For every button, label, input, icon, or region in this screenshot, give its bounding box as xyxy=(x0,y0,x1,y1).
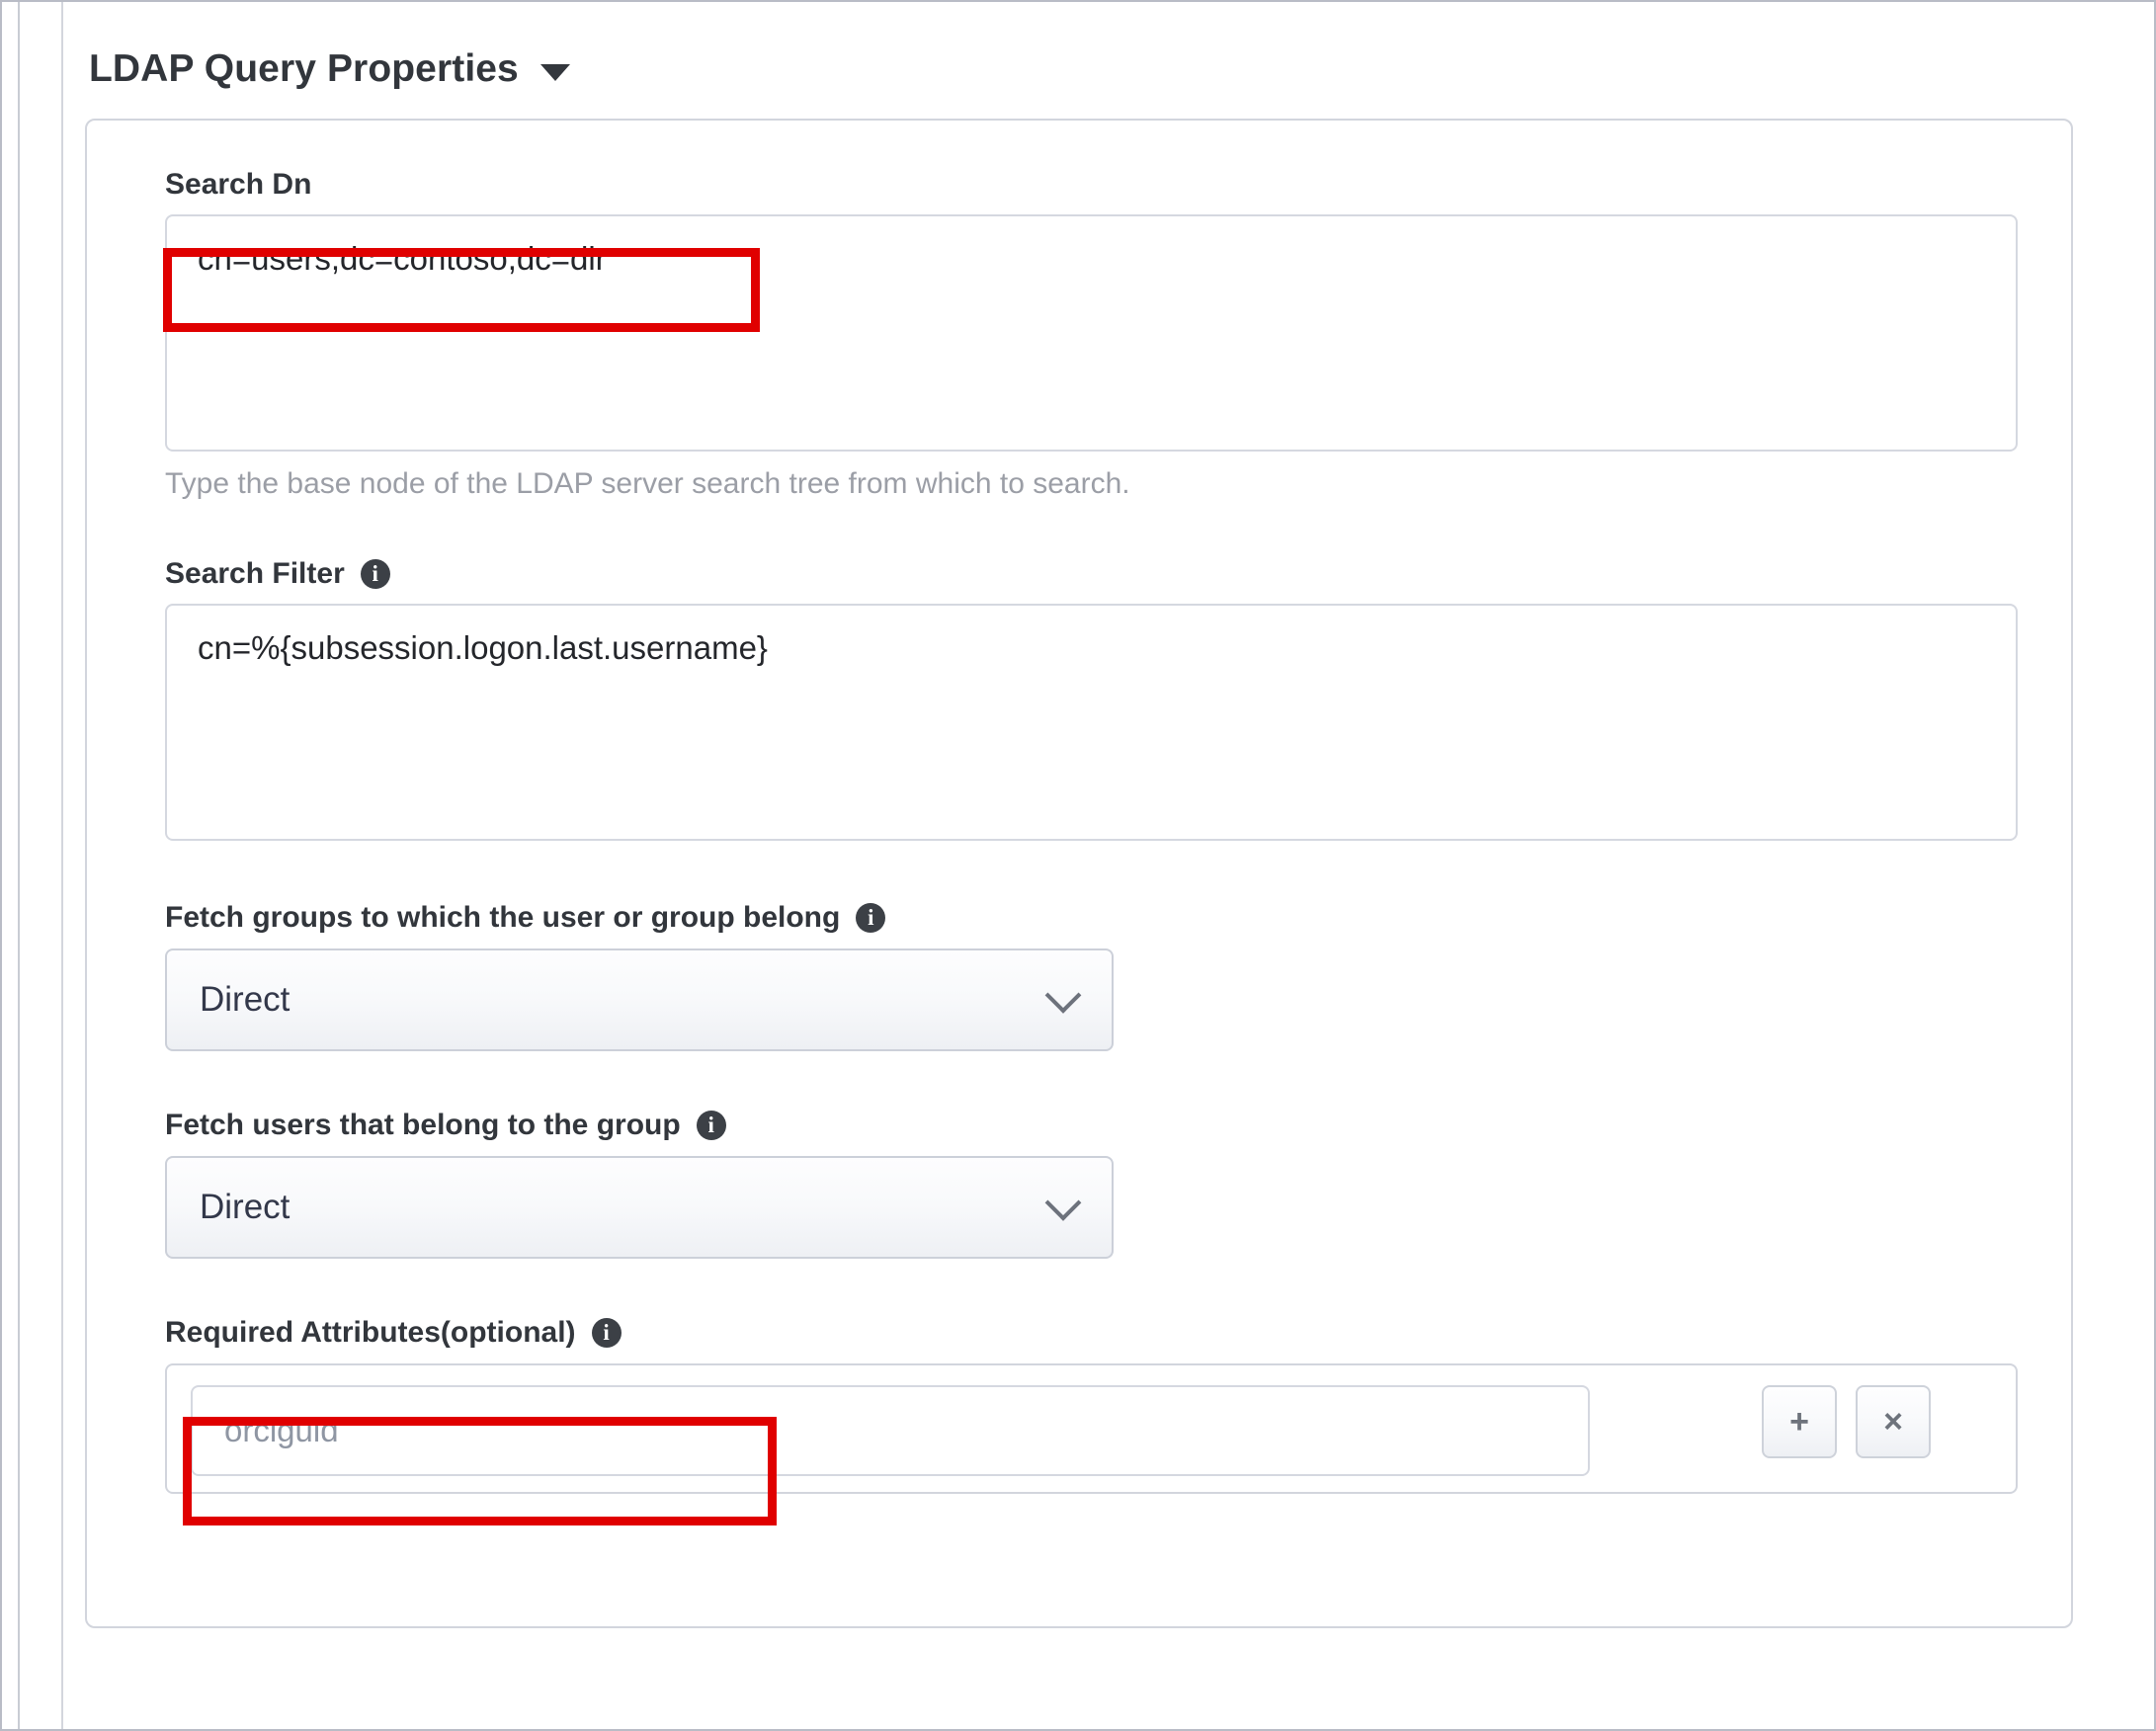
chevron-down-icon[interactable] xyxy=(539,64,570,81)
fetch-users-label: Fetch users that belong to the group i xyxy=(165,1109,1114,1142)
field-fetch-users: Fetch users that belong to the group i D… xyxy=(165,1109,1114,1259)
required-attributes-row: orclguid + × xyxy=(165,1363,2018,1494)
field-search-filter: Search Filter i cn=%{subsession.logon.la… xyxy=(165,557,2018,841)
page-content-rule xyxy=(61,2,63,1729)
fetch-groups-label: Fetch groups to which the user or group … xyxy=(165,901,1114,935)
search-filter-label: Search Filter i xyxy=(165,557,2018,591)
page-title: LDAP Query Properties xyxy=(89,47,519,90)
close-icon: × xyxy=(1883,1403,1903,1441)
info-icon[interactable]: i xyxy=(856,903,886,933)
required-attributes-input[interactable]: orclguid xyxy=(191,1385,1590,1476)
search-dn-input[interactable]: cn=users,dc=contoso,dc=dir xyxy=(165,214,2018,452)
search-filter-input[interactable]: cn=%{subsession.logon.last.username} xyxy=(165,604,2018,841)
field-search-dn: Search Dn cn=users,dc=contoso,dc=dir Typ… xyxy=(165,168,2018,501)
chevron-down-icon xyxy=(1044,1184,1082,1221)
remove-attribute-button[interactable]: × xyxy=(1856,1385,1931,1458)
fetch-groups-select[interactable]: Direct xyxy=(165,948,1114,1051)
ldap-query-properties-screen: LDAP Query Properties Search Dn cn=users… xyxy=(0,0,2156,1731)
required-attributes-label: Required Attributes(optional) i xyxy=(165,1316,2018,1350)
required-attributes-label-text: Required Attributes(optional) xyxy=(165,1316,576,1349)
field-fetch-groups: Fetch groups to which the user or group … xyxy=(165,901,1114,1051)
search-dn-value: cn=users,dc=contoso,dc=dir xyxy=(198,240,607,277)
fetch-groups-selected-value: Direct xyxy=(200,980,290,1019)
properties-panel: Search Dn cn=users,dc=contoso,dc=dir Typ… xyxy=(85,119,2073,1628)
add-attribute-button[interactable]: + xyxy=(1762,1385,1837,1458)
required-attributes-buttons: + × xyxy=(1762,1385,1931,1458)
fetch-users-label-text: Fetch users that belong to the group xyxy=(165,1109,681,1141)
page-left-rule xyxy=(18,2,20,1729)
field-required-attributes: Required Attributes(optional) i orclguid… xyxy=(165,1316,2018,1494)
search-filter-value: cn=%{subsession.logon.last.username} xyxy=(198,629,768,666)
required-attributes-value: orclguid xyxy=(224,1412,339,1448)
search-dn-label-text: Search Dn xyxy=(165,168,312,201)
search-dn-help-text: Type the base node of the LDAP server se… xyxy=(165,467,1130,500)
fetch-users-select[interactable]: Direct xyxy=(165,1156,1114,1259)
info-icon[interactable]: i xyxy=(360,559,390,589)
info-icon[interactable]: i xyxy=(591,1318,622,1348)
section-header[interactable]: LDAP Query Properties xyxy=(89,47,570,91)
info-icon[interactable]: i xyxy=(696,1111,726,1140)
chevron-down-icon xyxy=(1044,976,1082,1014)
search-filter-label-text: Search Filter xyxy=(165,557,345,590)
fetch-users-selected-value: Direct xyxy=(200,1188,290,1226)
fetch-groups-label-text: Fetch groups to which the user or group … xyxy=(165,901,841,934)
search-dn-label: Search Dn xyxy=(165,168,2018,202)
plus-icon: + xyxy=(1789,1403,1809,1441)
